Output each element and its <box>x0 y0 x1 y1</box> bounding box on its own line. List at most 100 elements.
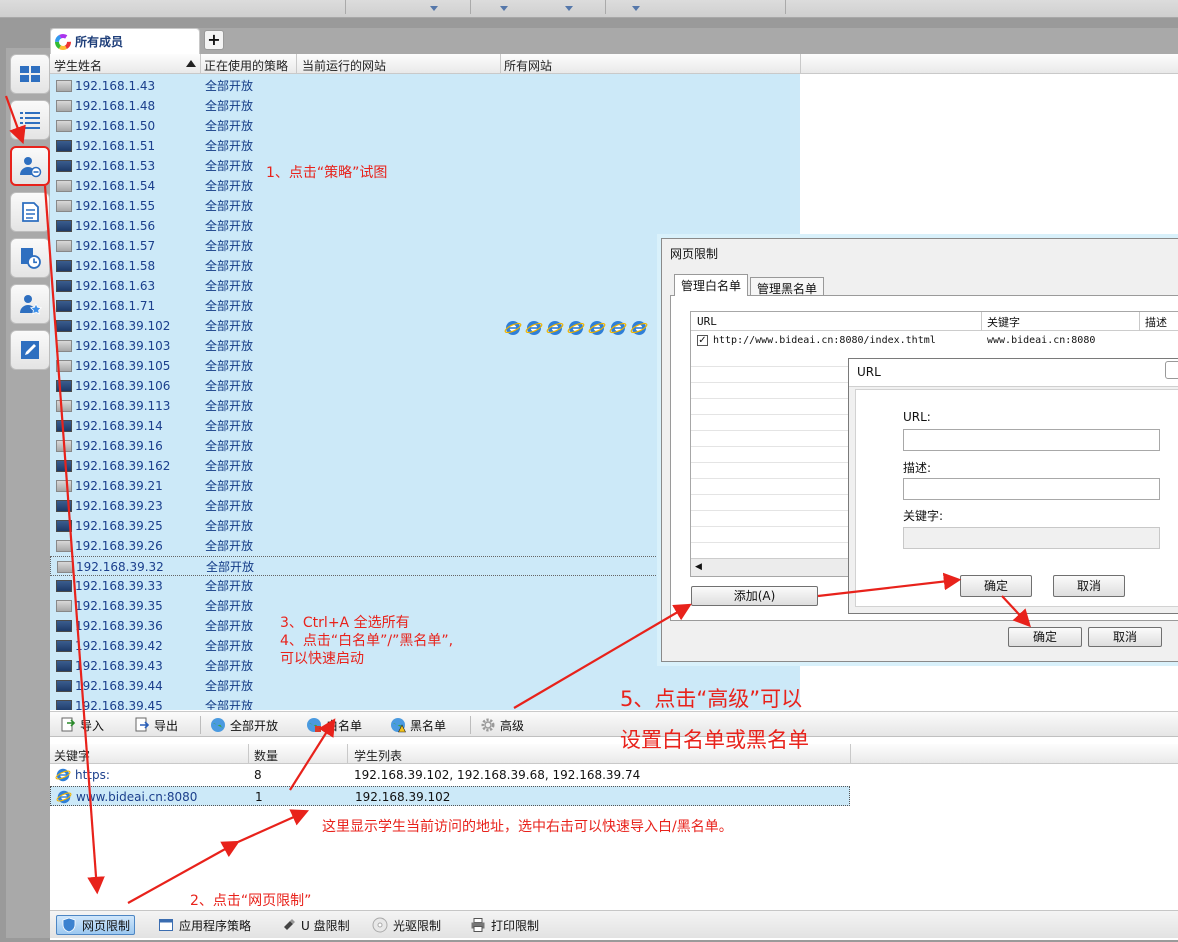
nav-favorite-users-button[interactable] <box>10 284 50 324</box>
keyword-row[interactable]: https: 8 192.168.39.102, 192.168.39.68, 19… <box>50 765 850 785</box>
keyword-row[interactable]: www.bideai.cn:8080 1 192.168.39.102 <box>50 786 850 806</box>
dropdown-arrow-icon[interactable] <box>500 6 508 11</box>
nav-document-button[interactable] <box>10 192 50 232</box>
nav-list-view-button[interactable] <box>10 100 50 140</box>
advanced-button[interactable]: 高级 <box>480 716 524 734</box>
dropdown-arrow-icon[interactable] <box>565 6 573 11</box>
sort-ascending-icon[interactable] <box>186 60 196 67</box>
student-policy: 全部开放 <box>205 359 254 373</box>
student-policy: 全部开放 <box>205 599 254 613</box>
student-ip: 192.168.1.51 <box>75 139 156 153</box>
monitor-icon <box>56 620 72 632</box>
document-icon <box>22 202 39 222</box>
table-row[interactable]: 192.168.1.56 全部开放 <box>50 216 800 236</box>
advanced-label: 高级 <box>500 718 525 733</box>
tab-cdrom-restriction[interactable]: 光驱限制 <box>368 915 445 935</box>
table-row[interactable]: 192.168.1.50 全部开放 <box>50 116 800 136</box>
col-policy[interactable]: 正在使用的策略 <box>204 57 288 74</box>
ie-browser-icon <box>525 321 543 335</box>
col-count[interactable]: 数量 <box>254 747 278 764</box>
grid-icon <box>20 66 40 82</box>
dropdown-arrow-icon[interactable] <box>430 6 438 11</box>
tab-print-restriction[interactable]: 打印限制 <box>466 915 543 935</box>
student-ip: 192.168.1.55 <box>75 199 156 213</box>
table-row[interactable]: 192.168.1.53 全部开放 <box>50 156 800 176</box>
student-policy: 全部开放 <box>205 539 254 553</box>
student-ip: 192.168.1.53 <box>75 159 156 173</box>
list-icon <box>20 112 40 129</box>
tab-web-restriction[interactable]: 网页限制 <box>56 915 136 935</box>
table-row[interactable]: 192.168.1.55 全部开放 <box>50 196 800 216</box>
col-keyword[interactable]: 关键字 <box>54 747 90 764</box>
col-keyword[interactable]: 关键字 <box>987 314 1020 330</box>
scroll-left-icon[interactable]: ◀ <box>695 562 702 572</box>
col-all-sites[interactable]: 所有网站 <box>504 57 552 74</box>
student-ip: 192.168.39.23 <box>75 499 163 513</box>
ie-browser-icon <box>567 321 585 335</box>
tab-print-restriction-label: 打印限制 <box>491 918 540 933</box>
keyword-input[interactable] <box>903 527 1160 549</box>
close-button[interactable] <box>1165 361 1178 379</box>
table-row[interactable]: 192.168.1.51 全部开放 <box>50 136 800 156</box>
ie-browser-icon <box>56 790 72 804</box>
nav-grid-view-button[interactable] <box>10 54 50 94</box>
add-tab-button[interactable]: + <box>204 30 224 50</box>
monitor-icon <box>56 460 72 472</box>
description-input[interactable] <box>903 478 1160 500</box>
all-open-button[interactable]: 全部开放 <box>210 716 278 734</box>
tab-all-members[interactable]: 所有成员 <box>50 28 200 54</box>
monitor-icon <box>56 660 72 672</box>
tab-app-policy[interactable]: 应用程序策略 <box>154 915 255 935</box>
url-cancel-button[interactable]: 取消 <box>1053 575 1125 597</box>
col-student-list[interactable]: 学生列表 <box>354 747 402 764</box>
url-grid-header: URL 关键字 描述 <box>691 312 1178 331</box>
student-policy: 全部开放 <box>205 659 254 673</box>
tab-usb-restriction[interactable]: U 盘限制 <box>276 915 354 935</box>
member-table-header: 学生姓名 正在使用的策略 当前运行的网站 所有网站 <box>50 54 1178 74</box>
student-ip: 192.168.39.45 <box>75 699 163 710</box>
table-row[interactable]: 192.168.1.54 全部开放 <box>50 176 800 196</box>
url-ok-button[interactable]: 确定 <box>960 575 1032 597</box>
student-policy: 全部开放 <box>205 639 254 653</box>
url-label: URL: <box>903 410 931 424</box>
student-ip: 192.168.1.54 <box>75 179 156 193</box>
horizontal-scrollbar[interactable]: ◀ <box>691 558 851 576</box>
keyword-label: 关键字: <box>903 509 944 523</box>
col-current-site[interactable]: 当前运行的网站 <box>302 57 386 74</box>
nav-policy-view-button[interactable] <box>10 146 50 186</box>
col-url[interactable]: URL <box>697 315 717 328</box>
student-policy: 全部开放 <box>205 579 254 593</box>
student-policy: 全部开放 <box>205 219 254 233</box>
whitelist-button[interactable]: 白名单 <box>306 716 362 734</box>
user-star-icon <box>20 295 42 315</box>
blacklist-button[interactable]: 黑名单 <box>390 716 446 734</box>
tab-manage-whitelist[interactable]: 管理白名单 <box>674 274 749 296</box>
add-button[interactable]: 添加(A) <box>691 586 818 606</box>
nav-edit-button[interactable] <box>10 330 50 370</box>
url-input[interactable] <box>903 429 1160 451</box>
url-grid-row[interactable]: ✓ http://www.bideai.cn:8080/index.thtml … <box>691 332 1178 350</box>
col-student-name[interactable]: 学生姓名 <box>54 57 102 74</box>
nav-schedule-button[interactable] <box>10 238 50 278</box>
monitor-icon <box>56 520 72 532</box>
student-policy: 全部开放 <box>205 139 254 153</box>
import-button[interactable]: 导入 <box>60 716 104 734</box>
dropdown-arrow-icon[interactable] <box>632 6 640 11</box>
entry-checkbox[interactable]: ✓ <box>697 335 708 346</box>
ie-browser-icon <box>609 321 627 335</box>
export-button[interactable]: 导出 <box>134 716 178 734</box>
keyword-students: 192.168.39.102, 192.168.39.68, 192.168.3… <box>354 768 641 782</box>
monitor-icon <box>56 280 72 292</box>
url-dialog-title: URL <box>857 365 881 379</box>
col-description[interactable]: 描述 <box>1145 314 1167 330</box>
tab-manage-blacklist[interactable]: 管理黑名单 <box>750 277 825 296</box>
student-policy: 全部开放 <box>205 679 254 693</box>
table-row[interactable]: 192.168.1.43 全部开放 <box>50 76 800 96</box>
dialog-ok-button[interactable]: 确定 <box>1008 627 1082 647</box>
dialog-cancel-button[interactable]: 取消 <box>1088 627 1162 647</box>
dialog-title: 网页限制 <box>670 247 719 261</box>
monitor-icon <box>56 320 72 332</box>
table-row[interactable]: 192.168.1.48 全部开放 <box>50 96 800 116</box>
monitor-icon <box>56 500 72 512</box>
keyword-students: 192.168.39.102 <box>355 790 451 804</box>
